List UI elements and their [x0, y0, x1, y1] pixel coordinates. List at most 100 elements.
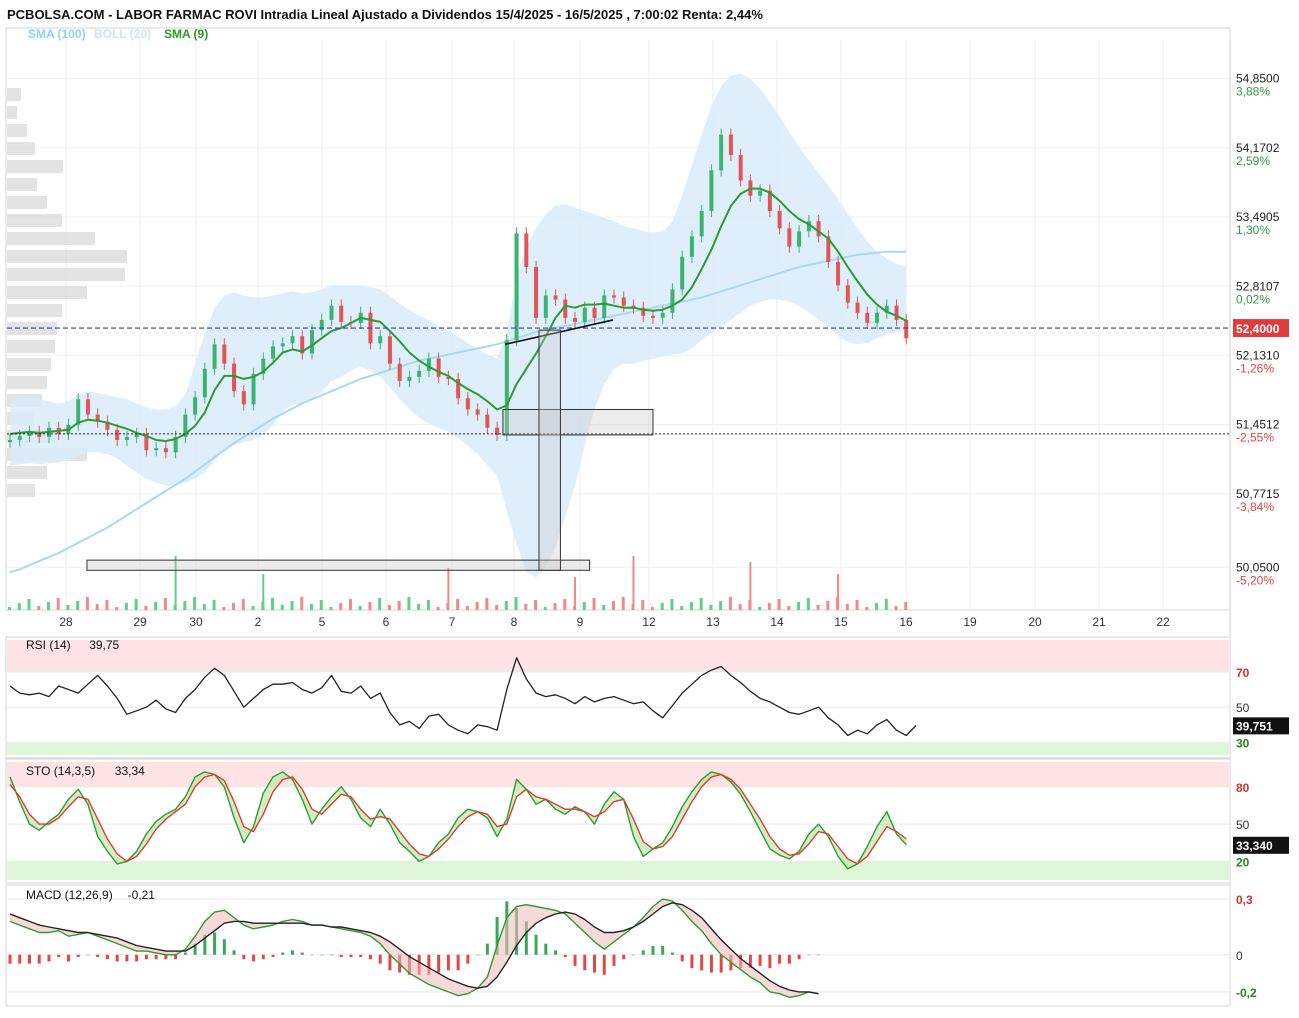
macd-histogram-bar [329, 954, 333, 956]
volume-bar [894, 606, 898, 610]
legend-item: SMA (9) [164, 27, 208, 41]
volume-bar [56, 598, 60, 610]
indicator-level-label: 50 [1236, 818, 1250, 832]
macd-histogram-bar [135, 954, 139, 962]
y-tick-label: 51,4512 [1236, 418, 1280, 432]
candle-body [17, 435, 22, 441]
candle-body [738, 155, 743, 181]
candle-body [524, 233, 529, 267]
volume-bar [115, 607, 119, 610]
candle-body [894, 305, 899, 320]
legend-item: SMA (100) [28, 27, 86, 41]
macd-histogram-bar [563, 954, 567, 957]
candle-body [475, 409, 480, 415]
volume-bar [728, 597, 732, 610]
volume-bar [66, 605, 70, 610]
macd-histogram-bar [602, 954, 606, 975]
volume-profile-bar [7, 286, 87, 299]
y-tick-label: 50,7715 [1236, 487, 1280, 501]
macd-histogram-bar [534, 934, 538, 955]
macd-histogram-bar [261, 954, 265, 960]
volume-bar [212, 600, 216, 610]
candle-body [709, 170, 714, 211]
candle-body [212, 344, 217, 369]
macd-histogram-bar [8, 954, 12, 964]
candle-body [163, 448, 168, 453]
candle-body [310, 330, 314, 354]
indicator-level-label: 50 [1236, 701, 1250, 715]
macd-histogram-bar [719, 954, 723, 973]
annotation-box [86, 559, 591, 571]
candle-body [76, 399, 81, 425]
macd-histogram-bar [252, 954, 256, 962]
macd-histogram-bar [271, 954, 275, 957]
candle-body [612, 295, 616, 298]
volume-bar [134, 599, 138, 610]
candle-body [573, 317, 578, 322]
volume-bar [397, 601, 401, 610]
macd-histogram-bar [86, 954, 90, 956]
volume-bar [504, 601, 508, 610]
volume-bar [767, 603, 771, 610]
volume-bar [875, 603, 879, 610]
macd-histogram-bar [544, 943, 548, 955]
volume-profile-bar [7, 88, 21, 101]
candle-body [621, 297, 626, 306]
candle-body [689, 236, 694, 257]
indicator-level-label: 80 [1236, 781, 1250, 795]
volume-profile-bar [7, 232, 95, 245]
volume-bar [387, 605, 391, 610]
y-tick-percent: -5,20% [1236, 573, 1274, 587]
volume-bar [553, 603, 557, 610]
candle-body [865, 312, 870, 323]
volume-bar [46, 602, 50, 610]
volume-bar [95, 604, 99, 610]
indicator-level-label: 0 [1236, 949, 1243, 963]
volume-bar [680, 606, 684, 610]
volume-bar [777, 599, 781, 610]
macd-histogram-bar [709, 954, 713, 973]
volume-bar [592, 598, 596, 610]
macd-histogram-bar [476, 954, 480, 956]
x-tick-label: 21 [1092, 615, 1106, 629]
volume-bar [8, 607, 11, 610]
volume-bar [758, 607, 762, 610]
candle-body [193, 397, 198, 415]
macd-histogram-bar [368, 954, 372, 960]
volume-bar [582, 602, 586, 610]
macd-histogram-bar [105, 954, 109, 960]
last-price-label: 52,4000 [1236, 322, 1280, 336]
candle-body [485, 414, 490, 428]
volume-bar [845, 604, 849, 610]
y-tick-percent: 1,30% [1236, 223, 1270, 237]
y-tick-percent: 0,02% [1236, 292, 1270, 306]
volume-bar [689, 602, 693, 610]
macd-histogram-bar [125, 954, 129, 962]
volume-profile-bar [7, 250, 127, 263]
macd-histogram-bar [797, 954, 801, 960]
x-tick-label: 12 [642, 615, 656, 629]
volume-bar [738, 604, 742, 610]
volume-bar [251, 606, 255, 610]
volume-bar [485, 598, 489, 610]
macd-histogram-bar [310, 954, 314, 956]
y-tick-percent: 3,88% [1236, 85, 1270, 99]
volume-bar [884, 599, 888, 610]
macd-histogram-bar [222, 939, 226, 955]
volume-bar [202, 604, 206, 610]
indicator-level-label: -0,2 [1236, 986, 1257, 1000]
volume-bar [699, 598, 703, 610]
candle-body [660, 312, 665, 318]
candle-body [232, 363, 237, 392]
volume-bar [514, 597, 518, 610]
candle-body [202, 368, 207, 398]
volume-bar [534, 600, 538, 610]
x-tick-label: 14 [770, 615, 784, 629]
volume-profile-bar [7, 304, 62, 317]
macd-histogram-bar [631, 954, 635, 956]
candle-body [251, 373, 256, 405]
y-tick-percent: -1,26% [1236, 361, 1274, 375]
indicator-level-label: 20 [1236, 855, 1250, 869]
x-tick-label: 2 [255, 615, 262, 629]
macd-histogram-bar [817, 954, 821, 956]
